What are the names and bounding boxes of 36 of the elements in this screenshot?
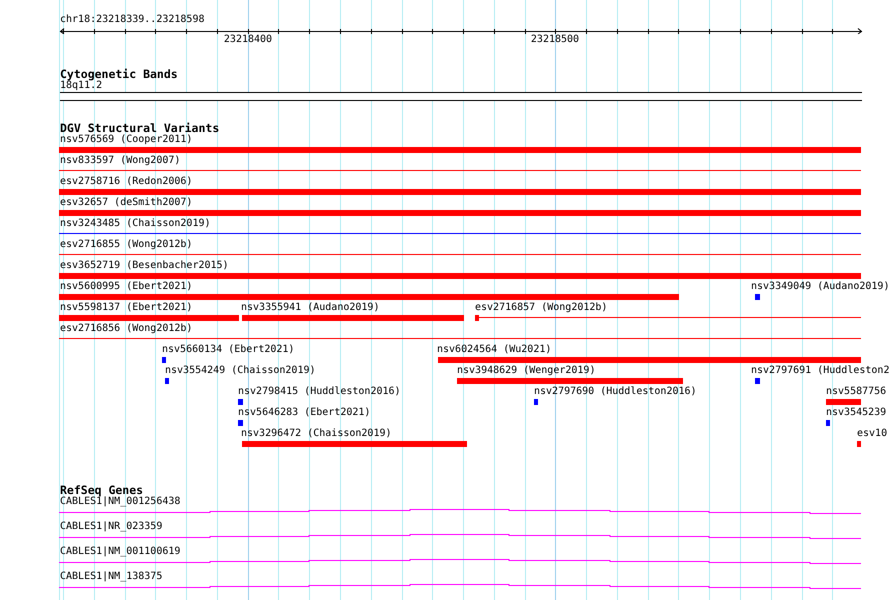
transcript-label: CABLES1|NM_001100619 xyxy=(60,546,180,558)
track-title: DGV Structural Variants xyxy=(60,122,220,134)
variant-label: nsv5587756 xyxy=(826,386,886,398)
variant-label: nsv3243485 (Chaisson2019) xyxy=(60,218,211,230)
variant-label: nsv2797691 (Huddleston2 xyxy=(751,365,890,377)
variant-label: nsv3948629 (Wenger2019) xyxy=(457,365,596,377)
variant-label: nsv6024564 (Wu2021) xyxy=(437,344,552,356)
variant-label: nsv5600995 (Ebert2021) xyxy=(60,281,192,293)
variant-label: esv2716856 (Wong2012b) xyxy=(60,323,192,335)
transcript-label: CABLES1|NM_138375 xyxy=(60,571,162,583)
variant-label: esv10 xyxy=(857,428,888,440)
transcript-label: CABLES1|NR_023359 xyxy=(60,521,162,533)
variant-label: nsv5660134 (Ebert2021) xyxy=(162,344,294,356)
variant-label: nsv2798415 (Huddleston2016) xyxy=(238,386,401,398)
track-title: Cytogenetic Bands xyxy=(60,68,178,80)
variant-label: nsv5598137 (Ebert2021) xyxy=(60,302,192,314)
variant-label: esv2758716 (Redon2006) xyxy=(60,176,192,188)
tick-label: 23218400 xyxy=(224,34,272,46)
track-title: RefSeq Genes xyxy=(60,484,144,496)
tick-label: 23218500 xyxy=(530,34,580,46)
variant-label: nsv3554249 (Chaisson2019) xyxy=(165,365,316,377)
band-label: 18q11.2 xyxy=(60,80,102,92)
variant-label: nsv3349049 (Audano2019) xyxy=(751,281,890,293)
variant-label: nsv2797690 (Huddleston2016) xyxy=(534,386,697,398)
region-label: chr18:23218339..23218598 xyxy=(60,14,204,26)
variant-label: nsv3545239 xyxy=(826,407,886,419)
variant-label: nsv833597 (Wong2007) xyxy=(60,155,180,167)
variant-label: nsv5646283 (Ebert2021) xyxy=(238,407,370,419)
variant-label: nsv3355941 (Audano2019) xyxy=(241,302,380,314)
variant-label: esv3652719 (Besenbacher2015) xyxy=(60,260,229,272)
variant-label: esv32657 (deSmith2007) xyxy=(60,197,192,209)
variant-label: nsv3296472 (Chaisson2019) xyxy=(241,428,392,440)
transcript-label: CABLES1|NM_001256438 xyxy=(60,496,180,508)
variant-label: esv2716857 (Wong2012b) xyxy=(475,302,608,314)
variant-label: esv2716855 (Wong2012b) xyxy=(60,239,192,251)
variant-label: nsv576569 (Cooper2011) xyxy=(60,134,192,146)
